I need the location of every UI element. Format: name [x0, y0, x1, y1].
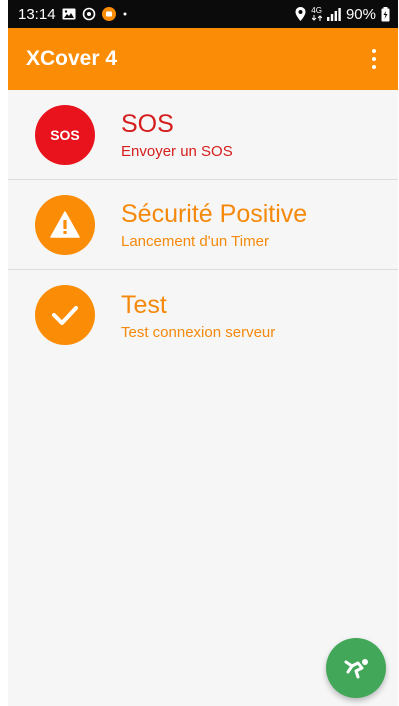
- list-item-sos[interactable]: SOS SOS Envoyer un SOS: [8, 90, 398, 180]
- clock: 13:14: [18, 5, 56, 23]
- warning-icon: [35, 194, 95, 255]
- list-item-title: Test: [121, 290, 167, 319]
- battery-icon: [381, 6, 390, 22]
- list-item-title: Sécurité Positive: [121, 200, 308, 228]
- network-4g-icon: 4G: [311, 7, 322, 21]
- list-item-test[interactable]: Test Test connexion serveur: [8, 270, 398, 360]
- app-bar: XCover 4: [8, 28, 398, 90]
- sos-icon-label: SOS: [50, 126, 80, 143]
- location-icon: [295, 7, 306, 21]
- more-vert-icon[interactable]: [362, 41, 386, 77]
- fall-detection-icon: [342, 656, 370, 680]
- check-icon: [35, 285, 95, 345]
- phone-screen: 13:14 4G 90% XCover 4 SOS SOS Envoyer un…: [8, 0, 398, 706]
- list-item-securite-positive[interactable]: Sécurité Positive Lancement d'un Timer: [8, 180, 398, 270]
- list-item-title: SOS: [121, 110, 174, 138]
- app-title: XCover 4: [26, 47, 118, 70]
- status-bar: 13:14 4G 90%: [8, 0, 398, 28]
- network-label: 4G: [311, 6, 322, 15]
- sos-icon: SOS: [35, 104, 95, 165]
- list-item-subtitle: Lancement d'un Timer: [121, 233, 269, 250]
- battery-level: 90%: [345, 5, 376, 23]
- dot-icon: [122, 11, 128, 17]
- list-item-subtitle: Test connexion serveur: [121, 323, 276, 341]
- fall-detection-button[interactable]: [326, 638, 386, 698]
- signal-icon: [326, 7, 341, 21]
- image-icon: [62, 8, 76, 20]
- list-item-subtitle: Envoyer un SOS: [121, 143, 233, 160]
- action-list: SOS SOS Envoyer un SOS Sécurité Positive…: [8, 90, 398, 360]
- sync-icon: [82, 7, 96, 21]
- app-notification-icon: [101, 7, 116, 21]
